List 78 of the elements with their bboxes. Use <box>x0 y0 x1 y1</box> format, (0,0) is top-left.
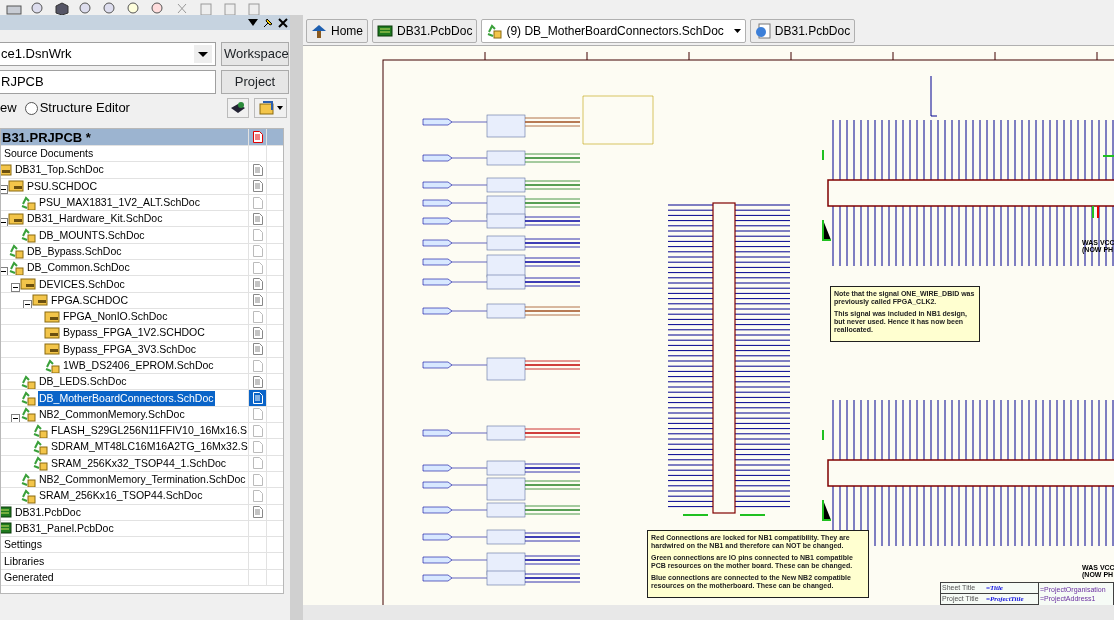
tree-item[interactable]: Settings <box>3 537 43 553</box>
recycle-icon <box>20 390 36 406</box>
sheet-icon <box>44 341 60 357</box>
sheet-icon <box>8 211 24 227</box>
folder-icon <box>258 101 275 115</box>
tree-item[interactable]: DB_MotherBoardConnectors.SchDoc <box>38 390 215 406</box>
tree-item[interactable]: Bypass_FPGA_3V3.SchDoc <box>62 341 198 357</box>
tree-item[interactable]: DB_LEDS.SchDoc <box>38 374 128 390</box>
recycle-icon <box>20 471 36 488</box>
tree-item[interactable]: DEVICES.SchDoc <box>38 276 126 292</box>
tree-item[interactable]: DB_Bypass.SchDoc <box>26 243 123 259</box>
pin-icon[interactable] <box>262 16 274 29</box>
chip-icon <box>230 101 246 115</box>
collapse-icon[interactable] <box>11 283 20 292</box>
recycle-icon <box>486 23 503 39</box>
tree-item[interactable]: FPGA.SCHDOC <box>50 292 129 308</box>
tree-item[interactable]: DB_MOUNTS.SchDoc <box>38 227 146 243</box>
sheet-icon <box>44 308 60 325</box>
recycle-icon <box>20 406 36 423</box>
tree-item[interactable]: DB31_Panel.PcbDoc <box>14 520 115 536</box>
tree-item[interactable]: PSU.SCHDOC <box>26 178 98 194</box>
recycle-icon <box>32 455 48 471</box>
tree-item[interactable]: PSU_MAX1831_1V2_ALT.SchDoc <box>38 195 201 211</box>
home-icon <box>311 23 327 39</box>
radio-label[interactable]: Structure Editor <box>39 98 130 118</box>
tree-item[interactable]: DB31.PcbDoc <box>14 504 82 520</box>
recycle-icon <box>8 243 24 260</box>
collapse-icon[interactable] <box>1 218 8 227</box>
recycle-icon <box>20 374 36 390</box>
sheet-icon <box>32 292 48 308</box>
radio-button[interactable] <box>24 101 38 115</box>
sheet-icon <box>44 325 60 341</box>
dropdown-icon[interactable] <box>194 45 212 63</box>
circuit-board-icon <box>1 520 12 537</box>
project-menu-button[interactable] <box>254 98 287 118</box>
collapse-icon[interactable] <box>1 185 8 194</box>
recycle-icon <box>8 260 24 276</box>
recycle-icon <box>20 194 36 211</box>
tree-item[interactable]: Source Documents <box>3 146 95 162</box>
collapse-icon[interactable] <box>23 299 32 308</box>
compile-button[interactable] <box>227 98 249 118</box>
tree-item[interactable]: SRAM_256Kx32_TSOP44_1.SchDoc <box>50 455 228 471</box>
tree-item[interactable]: Generated <box>3 569 55 585</box>
project-field[interactable]: RJPCB <box>0 70 216 94</box>
tree-item[interactable]: Libraries <box>3 553 46 569</box>
collapse-icon[interactable] <box>1 266 8 276</box>
caret-icon <box>733 29 741 33</box>
globe-document-icon <box>754 23 771 39</box>
project-button[interactable]: Project <box>221 70 289 94</box>
workspace-dropdown[interactable]: ce1.DsnWrk <box>0 42 216 66</box>
document-tab[interactable]: Home <box>306 19 368 43</box>
circuit-board-icon <box>377 23 393 39</box>
document-tab[interactable]: DB31.PcbDoc <box>749 19 856 43</box>
tree-item[interactable]: NB2_CommonMemory.SchDoc <box>38 406 186 422</box>
tree-item[interactable]: NB2_CommonMemory_Termination.SchDoc <box>38 472 247 488</box>
recycle-icon <box>32 439 48 455</box>
recycle-icon <box>44 357 60 374</box>
sheet-icon <box>20 276 36 292</box>
recycle-icon <box>32 423 48 439</box>
radio-label[interactable]: ew <box>0 98 17 118</box>
tree-item[interactable]: DB31_Hardware_Kit.SchDoc <box>26 211 164 227</box>
tree-item[interactable]: SRAM_256Kx16_TSOP44.SchDoc <box>38 488 204 504</box>
tree-item[interactable]: SDRAM_MT48LC16M16A2TG_16Mx32.S <box>50 439 248 455</box>
caret-icon <box>276 106 283 110</box>
recycle-icon <box>20 227 36 243</box>
document-tab[interactable]: (9) DB_MotherBoardConnectors.SchDoc <box>481 19 746 43</box>
tree-item[interactable]: Bypass_FPGA_1V2.SCHDOC <box>62 325 206 341</box>
collapse-icon[interactable] <box>11 413 20 423</box>
tree-item[interactable]: FPGA_NonIO.SchDoc <box>62 309 169 325</box>
dropdown-icon[interactable] <box>248 18 258 27</box>
tree-item[interactable]: FLASH_S29GL256N11FFIV10_16Mx16.S <box>50 423 248 439</box>
close-icon[interactable] <box>278 17 288 28</box>
tree-item[interactable]: DB_Common.SchDoc <box>26 260 131 276</box>
recycle-icon <box>20 488 36 504</box>
tree-item[interactable]: 1WB_DS2406_EPROM.SchDoc <box>62 358 215 373</box>
workspace-button[interactable]: Workspace <box>221 42 289 66</box>
tree-item[interactable]: DB31_Top.SchDoc <box>14 162 105 178</box>
document-tab[interactable]: DB31.PcbDoc <box>372 19 478 43</box>
